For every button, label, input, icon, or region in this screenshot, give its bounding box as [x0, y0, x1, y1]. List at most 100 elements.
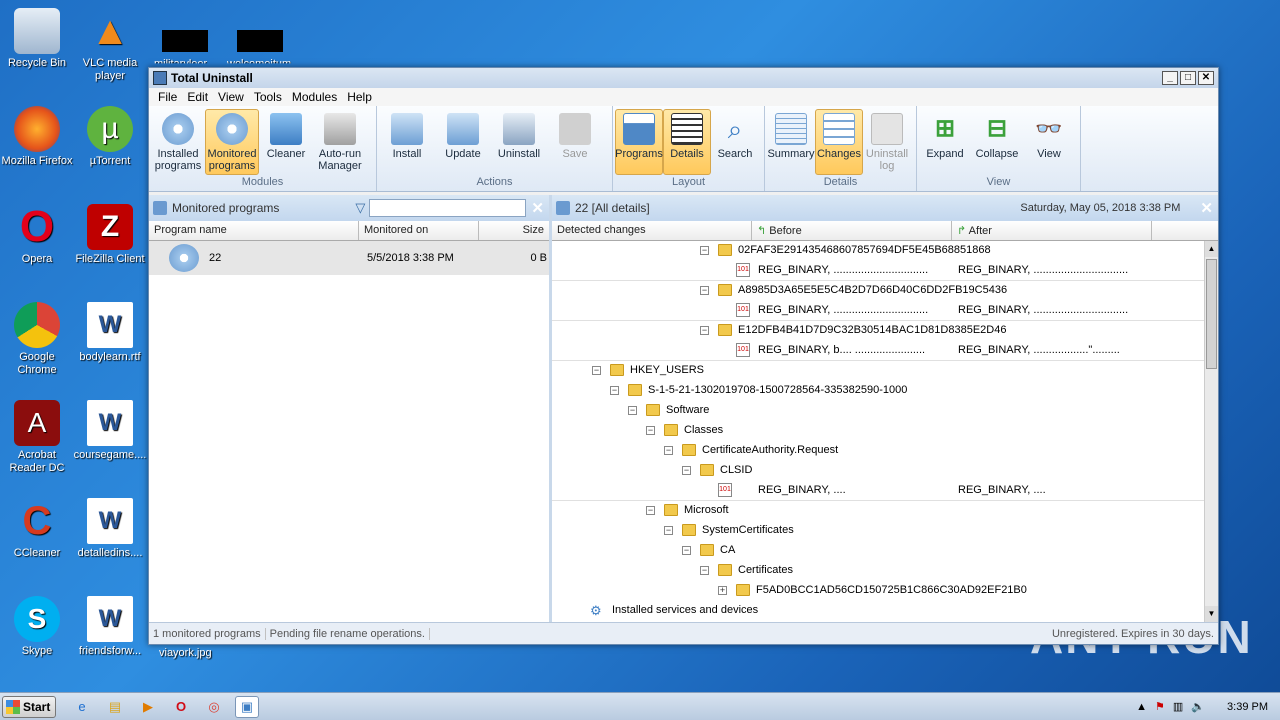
desktop-icon-vlc[interactable]: ▲ VLC media player — [73, 8, 147, 83]
tree-row[interactable]: − HKEY_USERS — [552, 361, 1204, 381]
clock[interactable]: 3:39 PM — [1227, 701, 1268, 713]
desktop-icon-acrobat[interactable]: A Acrobat Reader DC — [0, 400, 74, 475]
collapse-node-icon[interactable]: − — [664, 526, 673, 535]
menu-view[interactable]: View — [213, 90, 249, 104]
tree-row[interactable]: − CertificateAuthority.Request — [552, 441, 1204, 461]
desktop-label-viayork[interactable]: viayork.jpg — [159, 647, 212, 659]
action-center-icon[interactable]: ⚑ — [1155, 700, 1165, 713]
update-button[interactable]: Update — [435, 109, 491, 175]
start-button[interactable]: Start — [2, 695, 56, 718]
tray-expand-icon[interactable]: ▲ — [1136, 701, 1147, 713]
tree-row[interactable]: − SystemCertificates — [552, 521, 1204, 541]
column-program-name[interactable]: Program name — [149, 221, 359, 240]
menu-modules[interactable]: Modules — [287, 90, 342, 104]
desktop-icon-chrome[interactable]: Google Chrome — [0, 302, 74, 377]
close-details-icon[interactable]: ✕ — [1200, 199, 1213, 217]
summary-button[interactable]: Summary — [767, 109, 815, 175]
tree-row[interactable]: − A8985D3A65E5E5C4B2D7D66D40C6DD2FB19C54… — [552, 281, 1204, 301]
tree-row[interactable]: 101 REG_BINARY, ........................… — [552, 301, 1204, 321]
collapse-node-icon[interactable]: − — [664, 446, 673, 455]
tree-row[interactable]: − Software — [552, 401, 1204, 421]
tree-row[interactable]: − Microsoft — [552, 501, 1204, 521]
desktop-icon-firefox[interactable]: Mozilla Firefox — [0, 106, 74, 168]
tree-row[interactable]: − Classes — [552, 421, 1204, 441]
chrome-taskbar-icon[interactable]: ◎ — [202, 696, 226, 718]
tree-row[interactable]: + F5AD0BCC1AD56CD150725B1C866C30AD92EF21… — [552, 581, 1204, 601]
installed-programs-button[interactable]: Installed programs — [151, 109, 205, 175]
column-detected-changes[interactable]: Detected changes — [552, 221, 752, 240]
cleaner-button[interactable]: Cleaner — [259, 109, 313, 175]
desktop-icon-utorrent[interactable]: µ µTorrent — [73, 106, 147, 168]
opera-taskbar-icon[interactable]: O — [169, 696, 193, 718]
menu-help[interactable]: Help — [342, 90, 377, 104]
collapse-node-icon[interactable]: − — [628, 406, 637, 415]
uninstall-button[interactable]: Uninstall — [491, 109, 547, 175]
tree-row[interactable]: − Certificates — [552, 561, 1204, 581]
collapse-node-icon[interactable]: − — [646, 426, 655, 435]
column-monitored-on[interactable]: Monitored on — [359, 221, 479, 240]
file-explorer-icon[interactable]: ▤ — [103, 696, 127, 718]
collapse-node-icon[interactable]: − — [592, 366, 601, 375]
programs-layout-button[interactable]: Programs — [615, 109, 663, 175]
tree-row[interactable]: − E12DFB4B41D7D9C32B30514BAC1D81D8385E2D… — [552, 321, 1204, 341]
obscured-icon-1[interactable] — [162, 30, 208, 52]
total-uninstall-taskbar-icon[interactable]: ▣ — [235, 695, 259, 718]
desktop-icon-filezilla[interactable]: Z FileZilla Client — [73, 204, 147, 266]
internet-explorer-icon[interactable]: e — [70, 696, 94, 718]
scroll-up-icon[interactable]: ▲ — [1205, 241, 1218, 257]
table-row[interactable]: 22 5/5/2018 3:38 PM 0 B — [149, 241, 549, 275]
uninstall-log-button[interactable]: Uninstall log — [863, 109, 911, 175]
menu-edit[interactable]: Edit — [182, 90, 213, 104]
scrollbar-thumb[interactable] — [1206, 259, 1217, 369]
desktop-icon-ccleaner[interactable]: C CCleaner — [0, 498, 74, 560]
column-before[interactable]: ↰ Before — [752, 221, 952, 240]
title-bar[interactable]: Total Uninstall _ □ ✕ — [149, 68, 1218, 88]
monitored-programs-button[interactable]: Monitored programs — [205, 109, 259, 175]
desktop-icon-bodylearn[interactable]: W bodylearn.rtf — [73, 302, 147, 364]
column-after[interactable]: ↱ After — [952, 221, 1152, 240]
collapse-node-icon[interactable]: − — [700, 326, 709, 335]
changes-button[interactable]: Changes — [815, 109, 863, 175]
tree-row[interactable]: 101 REG_BINARY, ........................… — [552, 261, 1204, 281]
desktop-icon-recycle-bin[interactable]: Recycle Bin — [0, 8, 74, 70]
details-layout-button[interactable]: Details — [663, 109, 711, 175]
menu-file[interactable]: File — [153, 90, 182, 104]
collapse-node-icon[interactable]: − — [646, 506, 655, 515]
column-size[interactable]: Size — [479, 221, 549, 240]
tree-row[interactable]: 101 REG_BINARY, b.... ..................… — [552, 341, 1204, 361]
save-button[interactable]: Save — [547, 109, 603, 175]
desktop-icon-friendsforw[interactable]: W friendsforw... — [73, 596, 147, 658]
tree-row[interactable]: − CA — [552, 541, 1204, 561]
auto-run-manager-button[interactable]: Auto-run Manager — [313, 109, 367, 175]
vertical-scrollbar[interactable]: ▲ ▼ — [1204, 241, 1218, 622]
desktop-icon-detalledins[interactable]: W detalledins.... — [73, 498, 147, 560]
menu-tools[interactable]: Tools — [249, 90, 287, 104]
desktop-icon-coursegame[interactable]: W coursegame.... — [73, 400, 147, 462]
network-icon[interactable]: ▥ — [1173, 700, 1183, 713]
obscured-icon-2[interactable] — [237, 30, 283, 52]
search-button[interactable]: ⌕ Search — [711, 109, 759, 175]
filter-icon[interactable]: ▽ — [355, 200, 365, 216]
clear-filter-icon[interactable]: ✕ — [531, 199, 544, 217]
filter-input[interactable] — [369, 199, 527, 217]
collapse-node-icon[interactable]: − — [610, 386, 619, 395]
tree-row[interactable]: − 02FAF3E291435468607857694DF5E45B688518… — [552, 241, 1204, 261]
close-button[interactable]: ✕ — [1198, 71, 1214, 85]
collapse-node-icon[interactable]: − — [700, 566, 709, 575]
desktop-icon-skype[interactable]: S Skype — [0, 596, 74, 658]
desktop-icon-opera[interactable]: O Opera — [0, 204, 74, 266]
collapse-node-icon[interactable]: − — [700, 286, 709, 295]
collapse-node-icon[interactable]: − — [682, 546, 691, 555]
collapse-node-icon[interactable]: − — [682, 466, 691, 475]
tree-row[interactable]: − S-1-5-21-1302019708-1500728564-3353825… — [552, 381, 1204, 401]
volume-icon[interactable]: 🔈 — [1191, 700, 1205, 713]
expand-button[interactable]: ⊞ Expand — [919, 109, 971, 175]
collapse-button[interactable]: ⊟ Collapse — [971, 109, 1023, 175]
tree-row[interactable]: − CLSID — [552, 461, 1204, 481]
minimize-button[interactable]: _ — [1162, 71, 1178, 85]
view-button[interactable]: 👓 View — [1023, 109, 1075, 175]
expand-node-icon[interactable]: + — [718, 586, 727, 595]
collapse-node-icon[interactable]: − — [700, 246, 709, 255]
media-player-icon[interactable]: ▶ — [136, 696, 160, 718]
tree-row[interactable]: ⚙ Installed services and devices — [552, 601, 1204, 621]
